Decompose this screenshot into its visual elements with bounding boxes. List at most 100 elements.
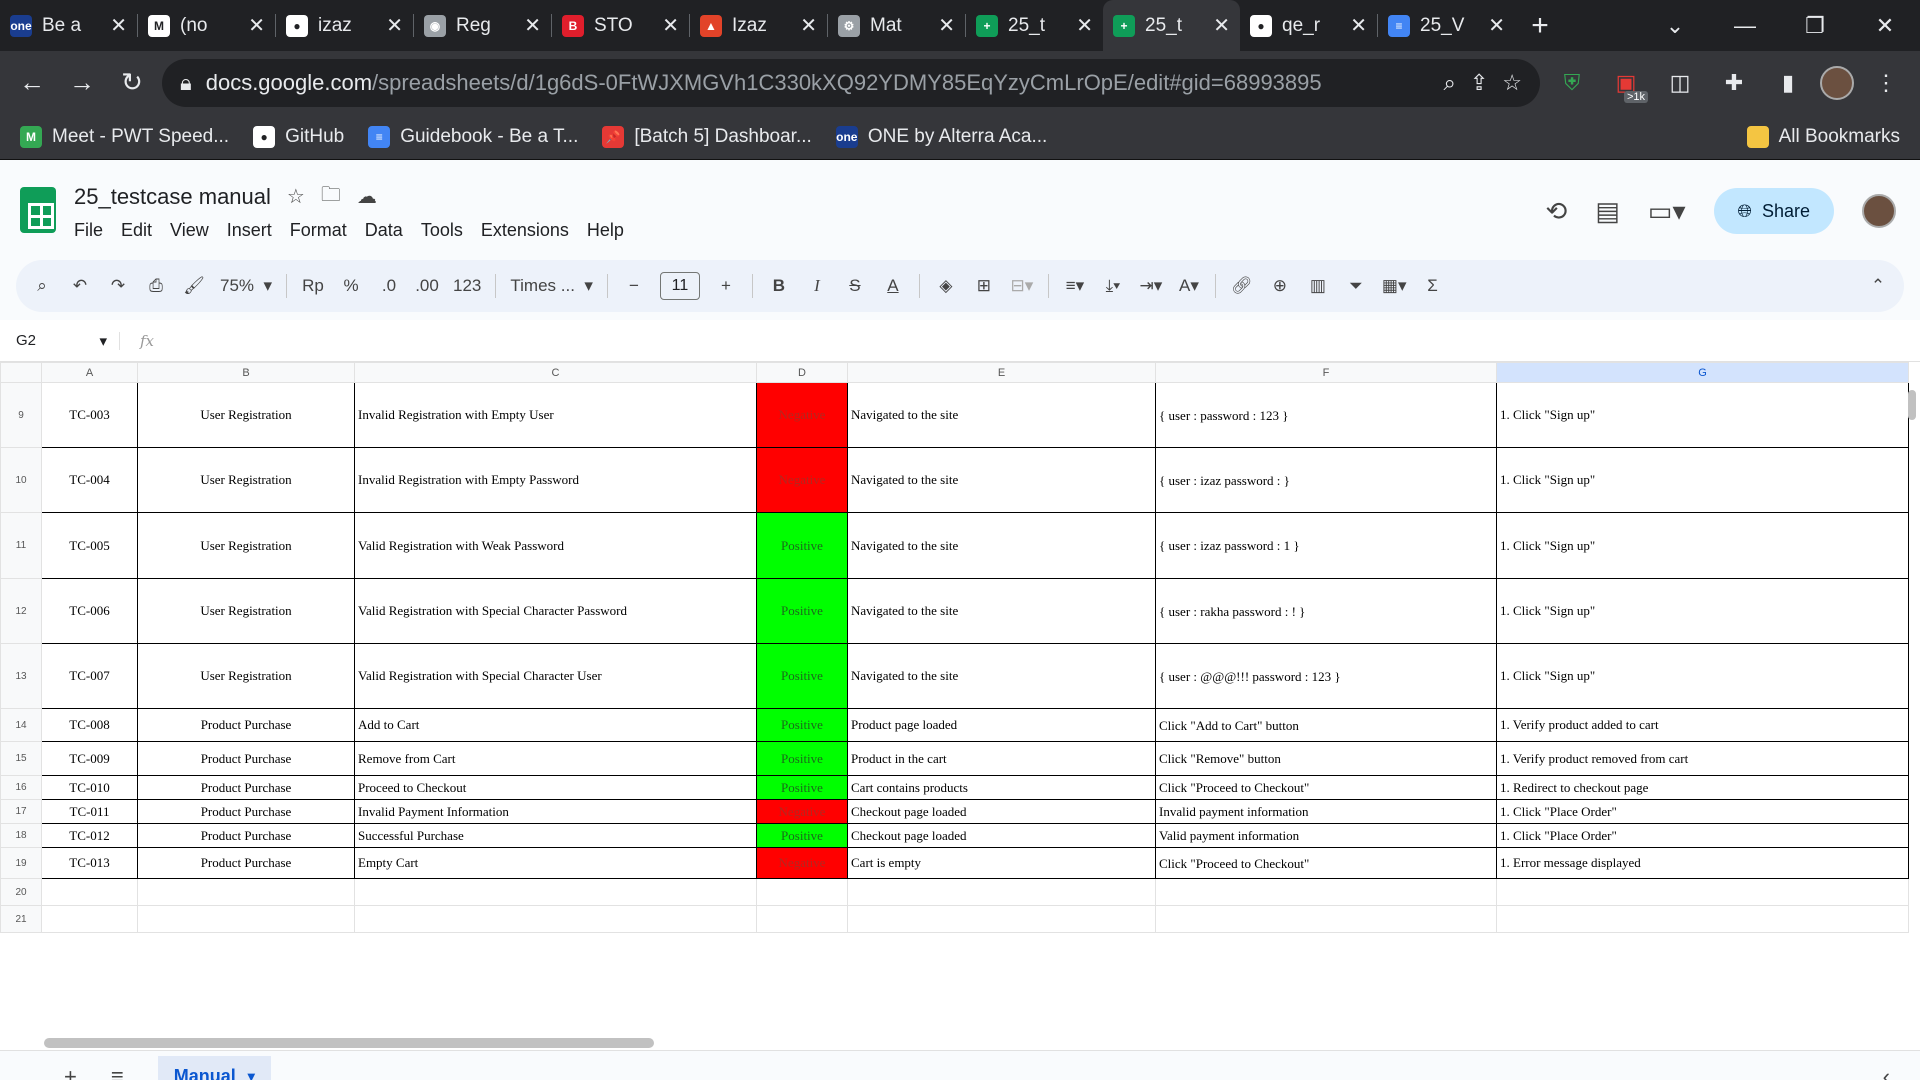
column-header-f[interactable]: F (1155, 362, 1497, 383)
share-button[interactable]: 🌐︎ Share (1713, 188, 1834, 234)
undo-icon[interactable]: ↶ (68, 276, 92, 296)
forward-button[interactable]: → (62, 63, 102, 103)
browser-tab[interactable]: M (no ✕ (138, 0, 275, 51)
browser-tab[interactable]: B STO ✕ (552, 0, 689, 51)
spreadsheet-grid[interactable]: ABCDEFG 9 TC-003 User Registration Invalid … (0, 362, 1920, 1050)
cell-steps[interactable]: 1. Click "Place Order" (1496, 799, 1909, 824)
cell-test-type[interactable]: Positive (756, 775, 848, 800)
browser-tab[interactable]: ◉ Reg ✕ (414, 0, 551, 51)
browser-tab[interactable]: ▲ Izaz ✕ (690, 0, 827, 51)
cell-precondition[interactable]: Navigated to the site (847, 578, 1156, 644)
sheet-tab-manual[interactable]: Manual ▾ (157, 1055, 271, 1080)
font-size-input[interactable]: 11 (659, 272, 700, 300)
bold-icon[interactable]: B (767, 276, 791, 296)
empty-cell[interactable] (41, 905, 138, 933)
cell-test-id[interactable]: TC-005 (41, 512, 138, 579)
cell-steps[interactable]: 1. Click "Sign up" (1496, 512, 1909, 579)
row-header[interactable]: 18 (0, 823, 42, 848)
cell-test-id[interactable]: TC-008 (41, 708, 138, 742)
cell-scenario[interactable]: Valid Registration with Special Characte… (354, 643, 757, 709)
menu-help[interactable]: Help (587, 220, 624, 241)
back-button[interactable]: ← (12, 63, 52, 103)
close-tab-icon[interactable]: ✕ (386, 13, 403, 38)
merge-cells-icon[interactable]: ⊟▾ (1010, 276, 1034, 296)
browser-tab[interactable]: ● izaz ✕ (276, 0, 413, 51)
cell-test-data[interactable]: { user : @@@!!! password : 123 } (1155, 643, 1497, 709)
menu-format[interactable]: Format (290, 220, 347, 241)
url-text[interactable]: docs.google.com/spreadsheets/d/1g6dS-0Ft… (206, 70, 1430, 96)
filter-views-icon[interactable]: ▦▾ (1382, 276, 1407, 296)
cell-scenario[interactable]: Proceed to Checkout (354, 775, 757, 800)
cell-feature[interactable]: User Registration (137, 447, 355, 513)
row-header[interactable]: 16 (0, 775, 42, 800)
bookmark-item[interactable]: one ONE by Alterra Aca... (835, 125, 1047, 148)
close-tab-icon[interactable]: ✕ (248, 13, 265, 38)
font-size-increase-icon[interactable]: + (714, 276, 738, 296)
horizontal-align-icon[interactable]: ≡▾ (1063, 276, 1087, 296)
name-box[interactable]: G2 ▾ (0, 331, 120, 350)
empty-cell[interactable] (756, 878, 848, 906)
menu-data[interactable]: Data (365, 220, 403, 241)
kebab-menu-icon[interactable]: ⋮ (1864, 61, 1908, 105)
empty-cell[interactable] (137, 878, 355, 906)
cell-test-data[interactable]: { user : rakha password : ! } (1155, 578, 1497, 644)
menu-file[interactable]: File (74, 220, 103, 241)
text-color-icon[interactable]: A (881, 276, 905, 296)
new-tab-button[interactable]: + (1515, 0, 1565, 51)
row-header[interactable]: 9 (0, 382, 42, 448)
paint-format-icon[interactable]: 🖌︎ (182, 276, 206, 296)
cell-test-id[interactable]: TC-009 (41, 741, 138, 776)
close-tab-icon[interactable]: ✕ (1076, 13, 1093, 38)
browser-tab[interactable]: ≡ 25_V ✕ (1378, 0, 1515, 51)
add-sheet-icon[interactable]: + (64, 1064, 77, 1080)
filter-icon[interactable]: ⏷ (1344, 276, 1368, 296)
bookmark-item[interactable]: 📌 [Batch 5] Dashboar... (602, 125, 812, 148)
text-rotation-icon[interactable]: A▾ (1177, 276, 1201, 296)
cell-precondition[interactable]: Cart is empty (847, 847, 1156, 879)
side-panel-icon[interactable]: ▮ (1766, 61, 1810, 105)
cell-steps[interactable]: 1. Click "Sign up" (1496, 447, 1909, 513)
collapse-sidebar-icon[interactable]: ‹ (1883, 1064, 1890, 1080)
bookmark-item[interactable]: ≡ Guidebook - Be a T... (368, 125, 578, 148)
horizontal-scrollbar[interactable] (44, 1038, 654, 1048)
row-header[interactable]: 12 (0, 578, 42, 644)
empty-cell[interactable] (1496, 878, 1909, 906)
cell-test-type[interactable]: Positive (756, 741, 848, 776)
insert-comment-icon[interactable]: ⊕ (1268, 276, 1292, 296)
cell-feature[interactable]: Product Purchase (137, 847, 355, 879)
cell-test-id[interactable]: TC-003 (41, 382, 138, 448)
cell-scenario[interactable]: Empty Cart (354, 847, 757, 879)
cell-feature[interactable]: User Registration (137, 512, 355, 579)
menu-extensions[interactable]: Extensions (481, 220, 569, 241)
cell-test-type[interactable]: Positive (756, 823, 848, 848)
cell-test-id[interactable]: TC-011 (41, 799, 138, 824)
cell-feature[interactable]: Product Purchase (137, 799, 355, 824)
cell-precondition[interactable]: Cart contains products (847, 775, 1156, 800)
cell-test-id[interactable]: TC-010 (41, 775, 138, 800)
cell-feature[interactable]: User Registration (137, 382, 355, 448)
select-all-corner[interactable] (0, 362, 42, 383)
cell-test-type[interactable]: Positive (756, 643, 848, 709)
cell-test-id[interactable]: TC-012 (41, 823, 138, 848)
version-history-icon[interactable]: ⟲ (1546, 196, 1568, 227)
borders-icon[interactable]: ⊞ (972, 276, 996, 296)
cell-precondition[interactable]: Navigated to the site (847, 643, 1156, 709)
empty-cell[interactable] (354, 878, 757, 906)
increase-decimal-button[interactable]: .00 (415, 276, 439, 296)
cell-scenario[interactable]: Valid Registration with Weak Password (354, 512, 757, 579)
empty-cell[interactable] (847, 878, 1156, 906)
strikethrough-icon[interactable]: S (843, 276, 867, 296)
cell-steps[interactable]: 1. Click "Sign up" (1496, 643, 1909, 709)
all-sheets-icon[interactable]: ≡ (111, 1064, 124, 1080)
cell-feature[interactable]: User Registration (137, 643, 355, 709)
cell-precondition[interactable]: Checkout page loaded (847, 799, 1156, 824)
italic-icon[interactable]: I (805, 276, 829, 296)
more-formats-button[interactable]: 123 (453, 276, 481, 296)
cell-feature[interactable]: Product Purchase (137, 775, 355, 800)
cell-test-data[interactable]: Click "Add to Cart" button (1155, 708, 1497, 742)
meet-video-icon[interactable]: ▭▾ (1648, 196, 1686, 227)
cell-precondition[interactable]: Product in the cart (847, 741, 1156, 776)
cell-precondition[interactable]: Navigated to the site (847, 512, 1156, 579)
minimize-button[interactable]: — (1710, 0, 1780, 51)
empty-cell[interactable] (756, 905, 848, 933)
